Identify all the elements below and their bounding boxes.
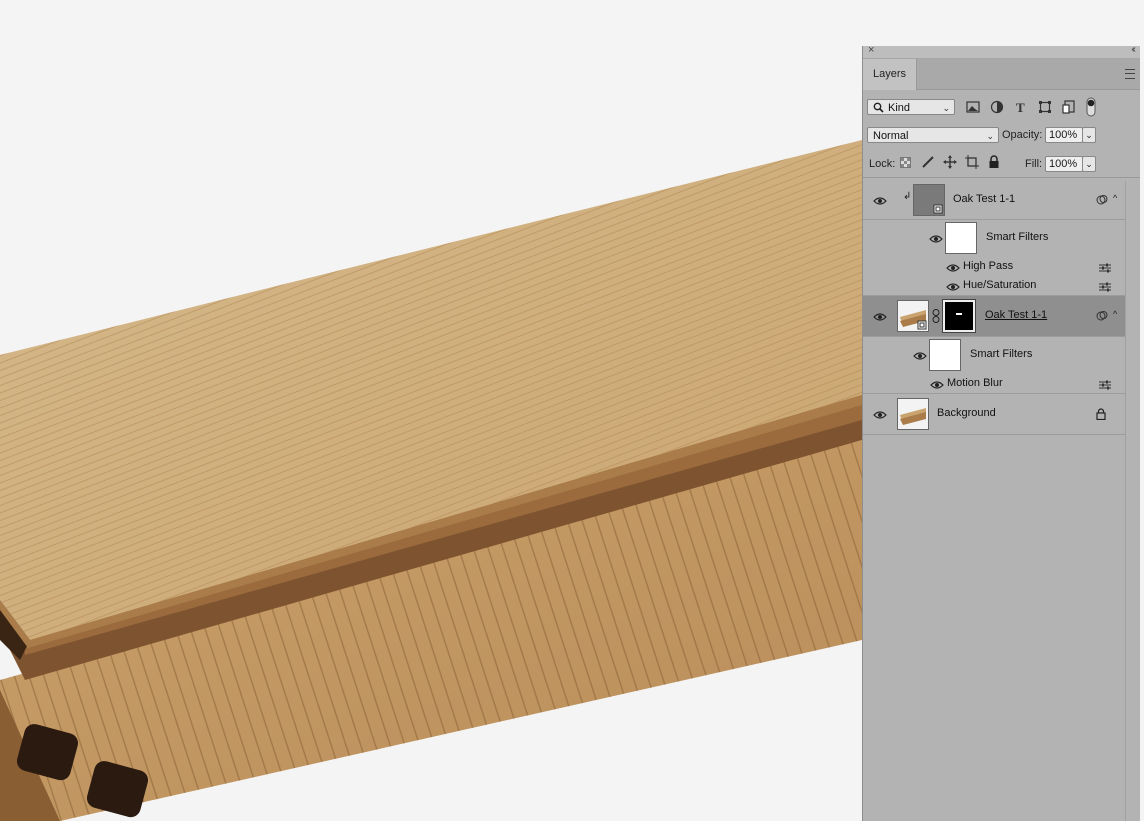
fill-dropdown-button[interactable]: ⌄ (1082, 156, 1096, 172)
mask-link-icon[interactable] (932, 309, 940, 323)
opacity-dropdown-button[interactable]: ⌄ (1082, 127, 1096, 143)
filter-name[interactable]: High Pass (963, 260, 1013, 272)
lock-pixels-icon[interactable] (921, 155, 935, 169)
layers-scrollbar[interactable] (1125, 181, 1138, 821)
lock-transparent-icon[interactable] (900, 157, 911, 168)
smart-object-badge-icon (917, 320, 927, 330)
filter-mask-thumbnail[interactable] (929, 339, 961, 371)
lock-position-icon[interactable] (943, 155, 957, 169)
smart-filter-options-icon[interactable] (1096, 310, 1108, 322)
visibility-eye-icon[interactable] (929, 234, 943, 244)
clipping-mask-arrow-icon: ↲ (903, 191, 912, 202)
visibility-eye-icon[interactable] (946, 263, 960, 273)
filter-blending-options-icon[interactable] (1099, 282, 1111, 292)
blend-mode-label: Normal (873, 130, 909, 142)
panel-title-bar[interactable]: × ‹‹ (863, 44, 1140, 59)
smart-object-badge-icon (933, 204, 943, 214)
visibility-eye-icon[interactable] (946, 282, 960, 292)
filter-kind-label: Kind (888, 102, 911, 114)
filter-mask-thumbnail[interactable] (945, 222, 977, 254)
lock-artboard-icon[interactable] (965, 155, 979, 169)
layer-name[interactable]: Background (937, 407, 996, 419)
collapse-panel-icon[interactable]: ‹‹ (1131, 44, 1135, 55)
layer-row[interactable]: ↲ Oak Test 1-1 ^ (863, 181, 1125, 220)
blend-row: Normal ⌄ Opacity: 100% ⌄ (863, 123, 1140, 147)
visibility-eye-icon[interactable] (873, 410, 887, 420)
image-filter-icon[interactable] (965, 99, 981, 115)
filter-row: Kind ⌄ T (863, 95, 1140, 119)
layer-name[interactable]: Oak Test 1-1 (985, 309, 1047, 321)
filter-kind-select[interactable]: Kind ⌄ (867, 99, 955, 115)
layer-mask-thumbnail[interactable] (942, 299, 976, 333)
layer-name[interactable]: Oak Test 1-1 (953, 193, 1015, 205)
layer-thumbnail[interactable] (913, 184, 945, 216)
smart-filters-row[interactable]: Smart Filters (863, 219, 1125, 257)
smart-object-filter-icon[interactable] (1061, 99, 1077, 115)
collapse-effects-icon[interactable]: ^ (1113, 193, 1117, 203)
opacity-input[interactable]: 100% (1045, 127, 1083, 143)
chevron-down-icon: ⌄ (942, 103, 950, 113)
fill-label: Fill: (1025, 158, 1043, 170)
blend-mode-select[interactable]: Normal ⌄ (867, 127, 999, 143)
svg-text:T: T (1016, 100, 1025, 115)
filter-toggle-icon[interactable] (1085, 97, 1097, 117)
layers-panel: × ‹‹ Layers Kind ⌄ T Normal ⌄ Opacity: 1… (862, 44, 1140, 821)
visibility-eye-icon[interactable] (873, 312, 887, 322)
type-filter-icon[interactable]: T (1013, 99, 1029, 115)
layer-row-background[interactable]: Background (863, 394, 1125, 435)
opacity-label: Opacity: (1002, 129, 1043, 141)
filter-name[interactable]: Hue/Saturation (963, 279, 1036, 291)
close-panel-icon[interactable]: × (868, 44, 874, 56)
search-icon (873, 102, 884, 113)
lock-row: Lock: Fill: 100% ⌄ (863, 151, 1140, 178)
lock-all-icon[interactable] (987, 155, 1001, 169)
smart-filters-row[interactable]: Smart Filters (863, 336, 1125, 374)
panel-menu-icon[interactable] (1125, 69, 1135, 79)
lock-icon[interactable] (1096, 408, 1106, 420)
shape-filter-icon[interactable] (1037, 99, 1053, 115)
visibility-eye-icon[interactable] (913, 351, 927, 361)
adjustment-filter-icon[interactable] (989, 99, 1005, 115)
filter-row-high-pass[interactable]: High Pass (863, 257, 1125, 276)
lock-label: Lock: (869, 158, 896, 170)
layer-thumbnail[interactable] (897, 300, 929, 332)
fill-input[interactable]: 100% (1045, 156, 1083, 172)
smart-filter-options-icon[interactable] (1096, 194, 1108, 206)
smart-filters-label: Smart Filters (986, 231, 1049, 243)
smart-filters-label: Smart Filters (970, 348, 1033, 360)
filter-blending-options-icon[interactable] (1099, 263, 1111, 273)
filter-name[interactable]: Motion Blur (947, 377, 1003, 389)
wood-board-thumbnail-icon (900, 408, 926, 425)
filter-row-motion-blur[interactable]: Motion Blur (863, 374, 1125, 394)
filter-blending-options-icon[interactable] (1099, 380, 1111, 390)
tab-layers[interactable]: Layers (863, 59, 917, 90)
layer-row-selected[interactable]: Oak Test 1-1 ^ (863, 296, 1125, 337)
chevron-down-icon: ⌄ (986, 131, 994, 141)
filter-row-hue-saturation[interactable]: Hue/Saturation (863, 276, 1125, 296)
visibility-eye-icon[interactable] (873, 196, 887, 206)
visibility-eye-icon[interactable] (930, 380, 944, 390)
panel-tab-row: Layers (863, 59, 1140, 90)
layer-thumbnail[interactable] (897, 398, 929, 430)
collapse-effects-icon[interactable]: ^ (1113, 309, 1117, 319)
